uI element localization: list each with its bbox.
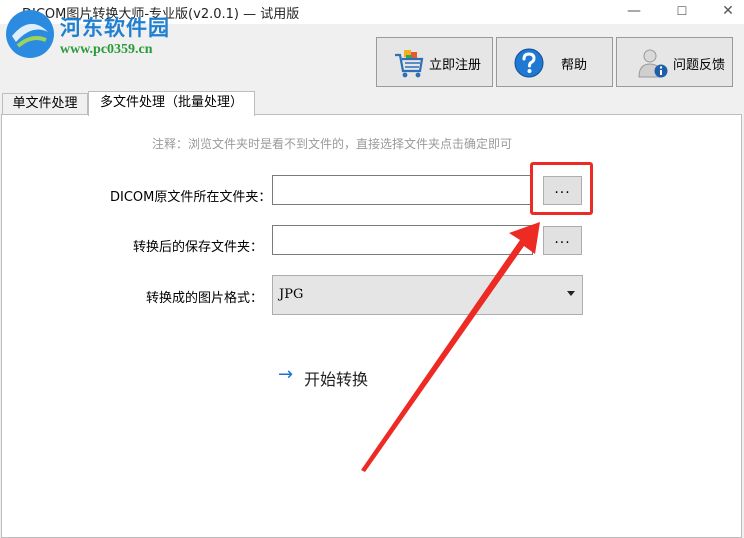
source-folder-label: DICOM原文件所在文件夹： (110, 190, 272, 205)
browse-note: 注释：浏览文件夹时是看不到文件的，直接选择文件夹点击确定即可 (152, 137, 513, 151)
maximize-button[interactable]: ☐ (660, 0, 704, 24)
dropdown-arrow-icon (567, 291, 575, 296)
format-label: 转换成的图片格式： (146, 291, 264, 306)
watermark-logo-icon (6, 10, 54, 58)
minimize-button[interactable]: — (612, 0, 656, 24)
feedback-button[interactable]: 问题反馈 (616, 37, 733, 87)
output-folder-input[interactable] (272, 225, 533, 255)
help-question-icon (514, 48, 544, 78)
watermark-url: www.pc0359.cn (60, 42, 153, 57)
tab-batch-files[interactable]: 多文件处理（批量处理） (88, 91, 255, 116)
help-button[interactable]: 帮助 (496, 37, 613, 87)
watermark-site-name: 河东软件园 (60, 15, 170, 40)
source-folder-input[interactable] (272, 175, 533, 205)
user-info-icon (638, 49, 668, 78)
help-label: 帮助 (561, 58, 588, 73)
tab-single-file[interactable]: 单文件处理 (2, 93, 88, 114)
tab-strip: 单文件处理 多文件处理（批量处理） (0, 91, 744, 116)
output-folder-label: 转换后的保存文件夹： (133, 240, 264, 255)
output-browse-button[interactable]: ... (543, 226, 582, 255)
close-button[interactable]: ✕ (706, 0, 744, 24)
shopping-cart-icon (395, 50, 424, 78)
arrow-right-icon: → (278, 364, 294, 385)
watermark: 河东软件园 www.pc0359.cn (2, 6, 202, 62)
register-label: 立即注册 (429, 58, 482, 73)
register-button[interactable]: 立即注册 (376, 37, 493, 87)
format-select[interactable]: JPG (272, 275, 583, 315)
start-convert-link[interactable]: 开始转换 (304, 366, 368, 390)
highlight-box (530, 162, 593, 215)
feedback-label: 问题反馈 (673, 58, 726, 73)
format-selected-value: JPG (279, 287, 304, 302)
